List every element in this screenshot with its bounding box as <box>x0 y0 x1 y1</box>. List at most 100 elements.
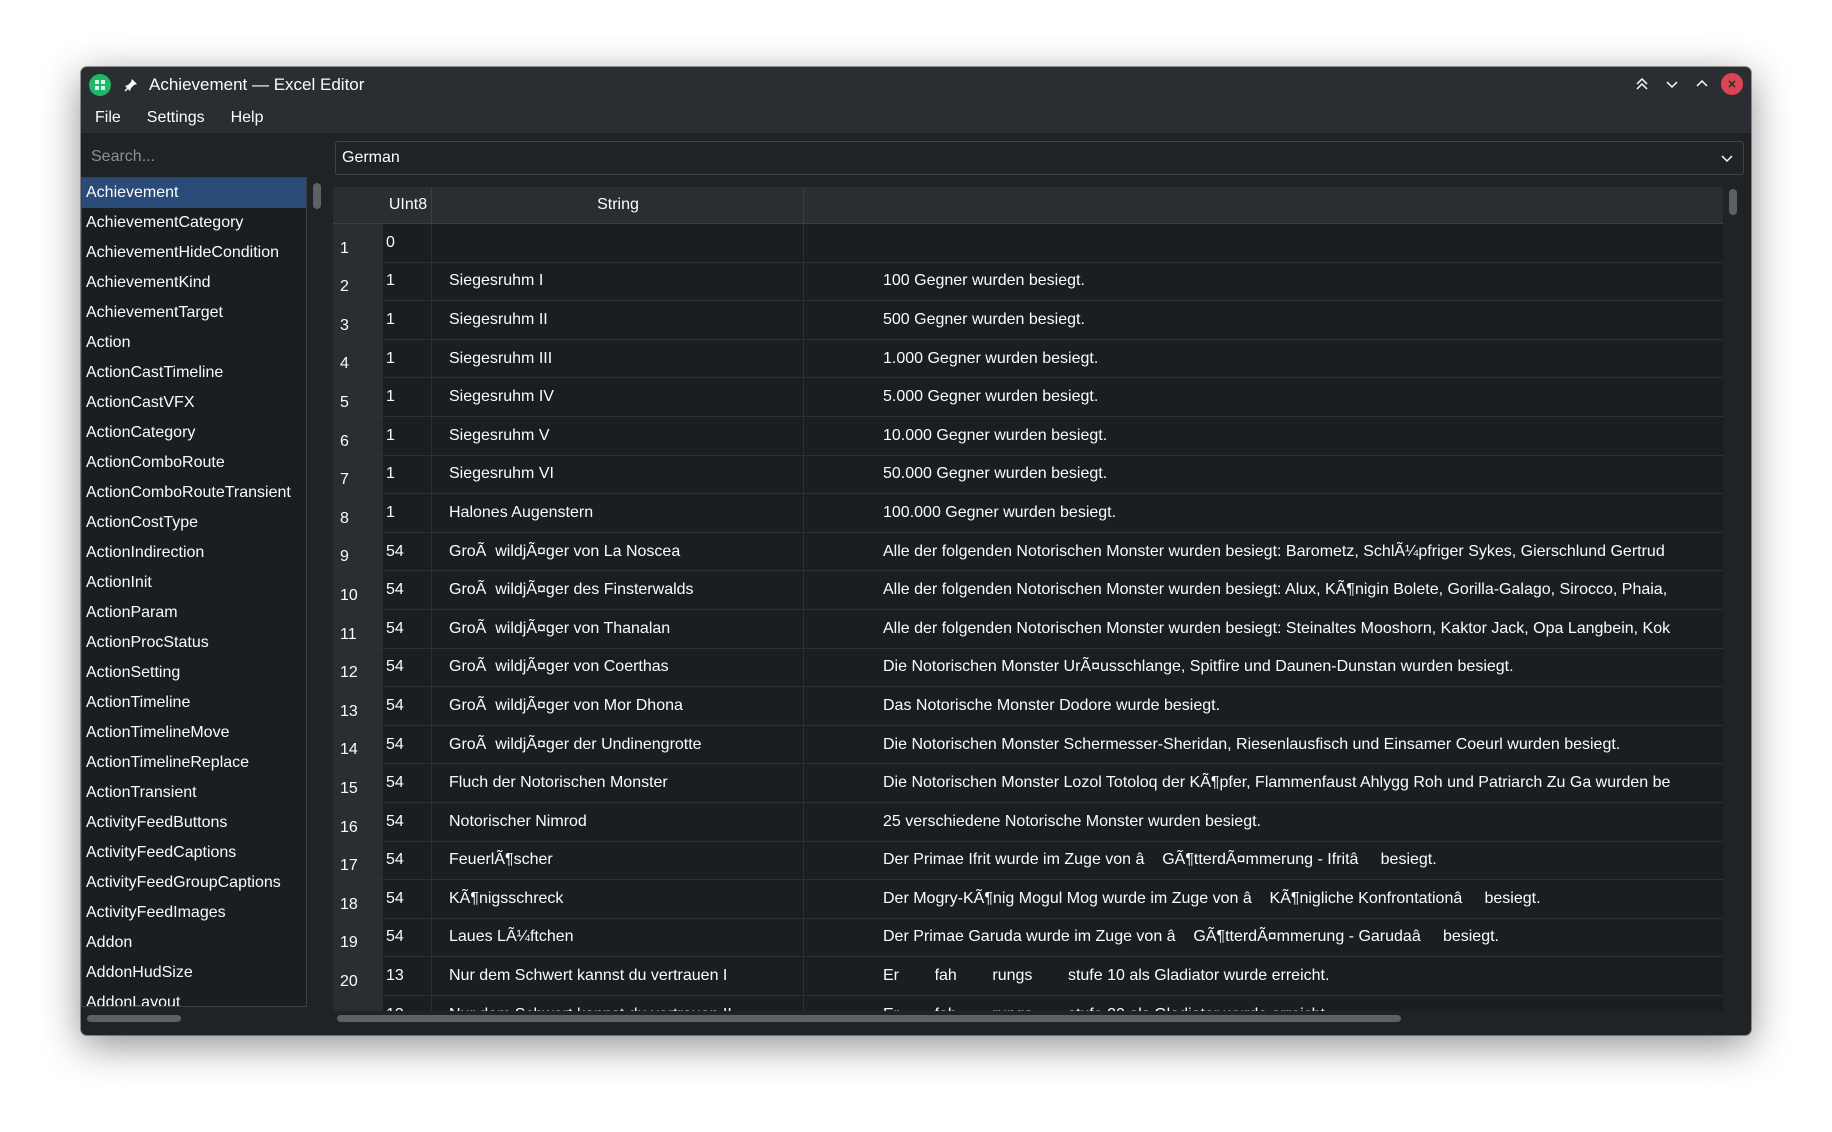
cell-uint8[interactable]: 54 <box>386 803 441 841</box>
row-number[interactable]: 12 <box>333 648 383 687</box>
sheet-list-item[interactable]: Action <box>82 328 306 358</box>
sheet-list-item[interactable]: ActionSetting <box>82 658 306 688</box>
row-number[interactable]: 5 <box>333 378 383 416</box>
row-number[interactable]: 13 <box>333 687 383 725</box>
close-icon[interactable] <box>1721 73 1743 95</box>
minimize-icon[interactable] <box>1661 73 1683 95</box>
menu-settings[interactable]: Settings <box>147 109 205 127</box>
row-number[interactable]: 19 <box>333 918 383 957</box>
sheet-list[interactable]: Achievement AchievementCategory Achievemen… <box>81 177 307 1007</box>
cell-description[interactable]: Alle der folgenden Notorischen Monster w… <box>883 533 1723 571</box>
row-number[interactable]: 18 <box>333 880 383 918</box>
cell-description[interactable]: Er fah rungs stufe 10 als Gladiator wurd… <box>883 957 1723 995</box>
sheet-list-item[interactable]: Achievement <box>82 178 306 208</box>
sheet-list-item[interactable]: AddonHudSize <box>82 958 306 988</box>
cell-uint8[interactable]: 13 <box>386 996 441 1011</box>
cell-description[interactable]: Die Notorischen Monster Schermesser-Sher… <box>883 726 1723 764</box>
menu-file[interactable]: File <box>95 109 121 127</box>
sidebar-horizontal-scrollbar[interactable] <box>87 1015 181 1022</box>
cell-string[interactable]: Siegesruhm V <box>449 417 879 455</box>
column-header-string[interactable]: String <box>433 187 803 223</box>
row-number[interactable]: 10 <box>333 571 383 609</box>
table-vertical-scrollbar[interactable] <box>1729 189 1737 215</box>
cell-string[interactable]: GroÃ wildjÃ¤ger von La Noscea <box>449 533 879 571</box>
cell-string[interactable]: Laues LÃ¼ftchen <box>449 919 879 957</box>
cell-string[interactable]: Siegesruhm IV <box>449 378 879 416</box>
column-header-blank[interactable] <box>804 187 1704 223</box>
cell-uint8[interactable]: 0 <box>386 224 441 262</box>
row-number[interactable]: 2 <box>333 262 383 301</box>
cell-description[interactable]: 100.000 Gegner wurden besiegt. <box>883 494 1723 532</box>
titlebar[interactable]: Achievement — Excel Editor <box>81 67 1751 103</box>
cell-string[interactable]: GroÃ wildjÃ¤ger von Mor Dhona <box>449 687 879 725</box>
cell-string[interactable]: KÃ¶nigsschreck <box>449 880 879 918</box>
cell-uint8[interactable]: 54 <box>386 726 441 764</box>
cell-description[interactable]: Der Mogry-KÃ¶nig Mogul Mog wurde im Zuge… <box>883 880 1723 918</box>
sheet-list-item[interactable]: ActivityFeedButtons <box>82 808 306 838</box>
table-row[interactable]: 10 54 GroÃ wildjÃ¤ger des Finsterwalds Alle… <box>333 571 1723 610</box>
sheet-list-item[interactable]: ActivityFeedCaptions <box>82 838 306 868</box>
menu-help[interactable]: Help <box>231 109 264 127</box>
cell-string[interactable]: Halones Augenstern <box>449 494 879 532</box>
row-number[interactable]: 1 <box>333 224 383 262</box>
sheet-list-item[interactable]: ActionParam <box>82 598 306 628</box>
row-number[interactable]: 11 <box>333 609 383 648</box>
cell-uint8[interactable]: 54 <box>386 571 441 609</box>
cell-description[interactable]: Der Primae Garuda wurde im Zuge von â GÃ… <box>883 919 1723 957</box>
table-row[interactable]: 7 1 Siegesruhm VI 50.000 Gegner wurden besi… <box>333 455 1723 495</box>
row-number[interactable]: 6 <box>333 416 383 455</box>
cell-string[interactable]: GroÃ wildjÃ¤ger von Coerthas <box>449 649 879 687</box>
row-number[interactable]: 9 <box>333 532 383 571</box>
cell-description[interactable]: Alle der folgenden Notorischen Monster w… <box>883 610 1723 648</box>
cell-uint8[interactable]: 1 <box>386 263 441 301</box>
cell-string[interactable]: Siegesruhm I <box>449 263 879 301</box>
sheet-list-item[interactable]: AchievementCategory <box>82 208 306 238</box>
cell-description[interactable]: 10.000 Gegner wurden besiegt. <box>883 417 1723 455</box>
row-number[interactable]: 14 <box>333 725 383 764</box>
table-row[interactable]: 2113 Nur dem Schwert kannst du vertrauen … <box>333 995 1723 1011</box>
sheet-list-item[interactable]: ActionIndirection <box>82 538 306 568</box>
sheet-list-item[interactable]: ActionTransient <box>82 778 306 808</box>
sheet-list-item[interactable]: Addon <box>82 928 306 958</box>
cell-description[interactable]: 1.000 Gegner wurden besiegt. <box>883 340 1723 378</box>
cell-uint8[interactable]: 1 <box>386 340 441 378</box>
sheet-list-item[interactable]: ActionComboRouteTransient <box>82 478 306 508</box>
cell-string[interactable] <box>449 224 879 262</box>
cell-uint8[interactable]: 54 <box>386 842 441 880</box>
table-row[interactable]: 11 54 GroÃ wildjÃ¤ger von Thanalan Alle der… <box>333 609 1723 649</box>
cell-uint8[interactable]: 54 <box>386 649 441 687</box>
table-row[interactable]: 10 <box>333 224 1723 263</box>
maximize-icon[interactable] <box>1691 73 1713 95</box>
cell-uint8[interactable]: 54 <box>386 919 441 957</box>
column-header-uint8[interactable]: UInt8 <box>383 187 433 223</box>
cell-uint8[interactable]: 54 <box>386 533 441 571</box>
sheet-list-item[interactable]: ActionCostType <box>82 508 306 538</box>
sheet-list-item[interactable]: ActionCategory <box>82 418 306 448</box>
sheet-list-item[interactable]: ActionTimelineReplace <box>82 748 306 778</box>
cell-string[interactable]: Nur dem Schwert kannst du vertrauen I <box>449 957 879 995</box>
cell-string[interactable]: GroÃ wildjÃ¤ger der Undinengrotte <box>449 726 879 764</box>
cell-uint8[interactable]: 1 <box>386 417 441 455</box>
table-row[interactable]: 20 13 Nur dem Schwert kannst du vertrauen … <box>333 957 1723 996</box>
table-row[interactable]: 5 1 Siegesruhm IV 5.000 Gegner wurden besie… <box>333 378 1723 417</box>
sheet-list-item[interactable]: ActionInit <box>82 568 306 598</box>
table-row[interactable]: 16 54 Notorischer Nimrod 25 verschiedene No… <box>333 802 1723 842</box>
cell-description[interactable]: 25 verschiedene Notorische Monster wurde… <box>883 803 1723 841</box>
table-row[interactable]: 14 54 GroÃ wildjÃ¤ger der Undinengrotte Die… <box>333 725 1723 765</box>
table-row[interactable]: 18 54 KÃ¶nigsschreck Der Mogry-KÃ¶nig Mogul… <box>333 880 1723 919</box>
row-number[interactable]: 20 <box>333 957 383 995</box>
pin-icon[interactable] <box>123 77 139 93</box>
cell-description[interactable]: Die Notorischen Monster Lozol Totoloq de… <box>883 764 1723 802</box>
cell-description[interactable]: Der Primae Ifrit wurde im Zuge von â GÃ¶… <box>883 842 1723 880</box>
row-number[interactable]: 21 <box>333 995 383 1011</box>
cell-uint8[interactable]: 54 <box>386 880 441 918</box>
cell-description[interactable]: 500 Gegner wurden besiegt. <box>883 301 1723 339</box>
sheet-list-item[interactable]: AddonLayout <box>82 988 306 1006</box>
table-row[interactable]: 13 54 GroÃ wildjÃ¤ger von Mor Dhona Das Not… <box>333 687 1723 726</box>
sheet-list-item[interactable]: ActionTimelineMove <box>82 718 306 748</box>
cell-string[interactable]: GroÃ wildjÃ¤ger des Finsterwalds <box>449 571 879 609</box>
cell-description[interactable]: 50.000 Gegner wurden besiegt. <box>883 456 1723 494</box>
sheet-list-item[interactable]: ActionCastTimeline <box>82 358 306 388</box>
sidebar-vertical-scrollbar[interactable] <box>313 183 321 209</box>
cell-string[interactable]: Siegesruhm III <box>449 340 879 378</box>
